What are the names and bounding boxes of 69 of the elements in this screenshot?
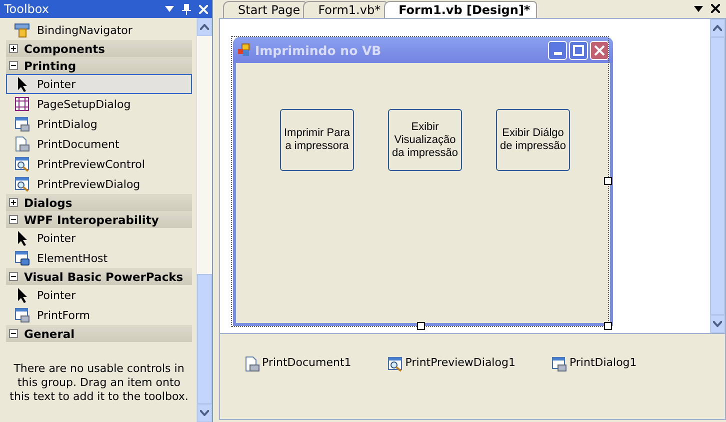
scroll-up-icon[interactable]: [200, 24, 209, 30]
empty-group-message: There are no usable controls in this group. Drag an item onto this text to add it to the toolbox.: [8, 362, 190, 404]
window-icon: [14, 250, 30, 266]
collapse-icon: [9, 329, 18, 338]
close-icon: [594, 44, 605, 56]
pointer-arrow-icon: [16, 287, 28, 303]
collapse-icon: [9, 61, 18, 70]
magnifier-window-icon: [14, 176, 30, 192]
pointer-arrow-icon: [16, 230, 28, 246]
document-tab[interactable]: Form1.vb*: [303, 1, 388, 18]
document-printer-icon: [244, 356, 260, 372]
toolbox-item[interactable]: PrintPreviewControl: [6, 154, 192, 174]
tray-component[interactable]: PrintPreviewDialog1: [387, 356, 516, 374]
close-icon[interactable]: [711, 4, 720, 13]
collapse-icon: [9, 215, 18, 224]
collapse-icon: [9, 272, 18, 281]
toolbox-item[interactable]: PrintDialog: [6, 114, 192, 134]
pin-icon[interactable]: [182, 4, 191, 14]
toolbox-item[interactable]: ElementHost: [6, 248, 192, 268]
tray-component[interactable]: PrintDocument1: [244, 356, 352, 374]
scroll-thumb[interactable]: [197, 274, 212, 404]
toolbox-group-header[interactable]: Components: [6, 40, 192, 57]
minimize-button[interactable]: [548, 40, 567, 60]
magnifier-window-icon: [14, 156, 30, 172]
dialog-printer-icon: [551, 356, 568, 372]
dialog-printer-icon: [14, 116, 30, 132]
expand-icon: [9, 198, 18, 207]
toolbox-item[interactable]: Pointer: [6, 74, 192, 94]
tray-component[interactable]: PrintDialog1: [551, 356, 637, 374]
scroll-down-icon[interactable]: [713, 321, 722, 327]
document-tab[interactable]: Start Page: [223, 1, 308, 18]
minimize-icon: [554, 52, 562, 54]
toolbox-group-header[interactable]: Visual Basic PowerPacks: [6, 268, 192, 285]
resize-handle[interactable]: [604, 322, 612, 330]
scrollbar[interactable]: [196, 18, 212, 422]
form-app-icon: [237, 43, 251, 57]
panel-title: Toolbox: [4, 2, 49, 16]
navigator-icon: [14, 22, 30, 38]
document-tab[interactable]: Form1.vb [Design]*: [384, 1, 538, 18]
resize-handle[interactable]: [604, 177, 612, 185]
toolbox-item[interactable]: PrintForm: [6, 305, 192, 325]
toolbox-item[interactable]: PrintPreviewDialog: [6, 174, 192, 194]
toolbox-item[interactable]: PrintDocument: [6, 134, 192, 154]
form-button[interactable]: Exibir Diálgo de impressão: [496, 109, 570, 171]
toolbox-item[interactable]: PageSetupDialog: [6, 94, 192, 114]
document-printer-icon: [14, 136, 30, 152]
close-button[interactable]: [590, 40, 609, 60]
maximize-icon: [573, 44, 584, 56]
toolbox-item[interactable]: Pointer: [6, 285, 192, 305]
page-grid-icon: [14, 96, 30, 112]
toolbox-group-header[interactable]: Printing: [6, 57, 192, 74]
toolbox-group-header[interactable]: Dialogs: [6, 194, 192, 211]
toolbox-item[interactable]: BindingNavigator: [6, 20, 192, 40]
expand-icon: [9, 44, 18, 53]
form-title: Imprimindo no VB: [255, 42, 382, 58]
dialog-printer-icon: [14, 307, 30, 323]
form-window[interactable]: Imprimindo no VB Imprimir Para a impressora Exibir Visualização da impressão Exibir Diálgo de impressão: [233, 37, 613, 326]
resize-handle[interactable]: [417, 322, 425, 330]
toolbox-group-header[interactable]: General: [6, 325, 192, 342]
scroll-up-icon[interactable]: [713, 25, 722, 31]
form-button[interactable]: Imprimir Para a impressora: [280, 109, 354, 171]
toolbox-item[interactable]: Pointer: [6, 228, 192, 248]
pointer-arrow-icon: [16, 76, 28, 92]
form-button[interactable]: Exibir Visualização da impressão: [388, 109, 462, 171]
dropdown-icon[interactable]: [694, 6, 703, 12]
scroll-down-icon[interactable]: [200, 410, 209, 416]
toolbox-group-header[interactable]: WPF Interoperability: [6, 211, 192, 228]
maximize-button[interactable]: [569, 40, 588, 60]
magnifier-window-icon: [387, 356, 404, 372]
